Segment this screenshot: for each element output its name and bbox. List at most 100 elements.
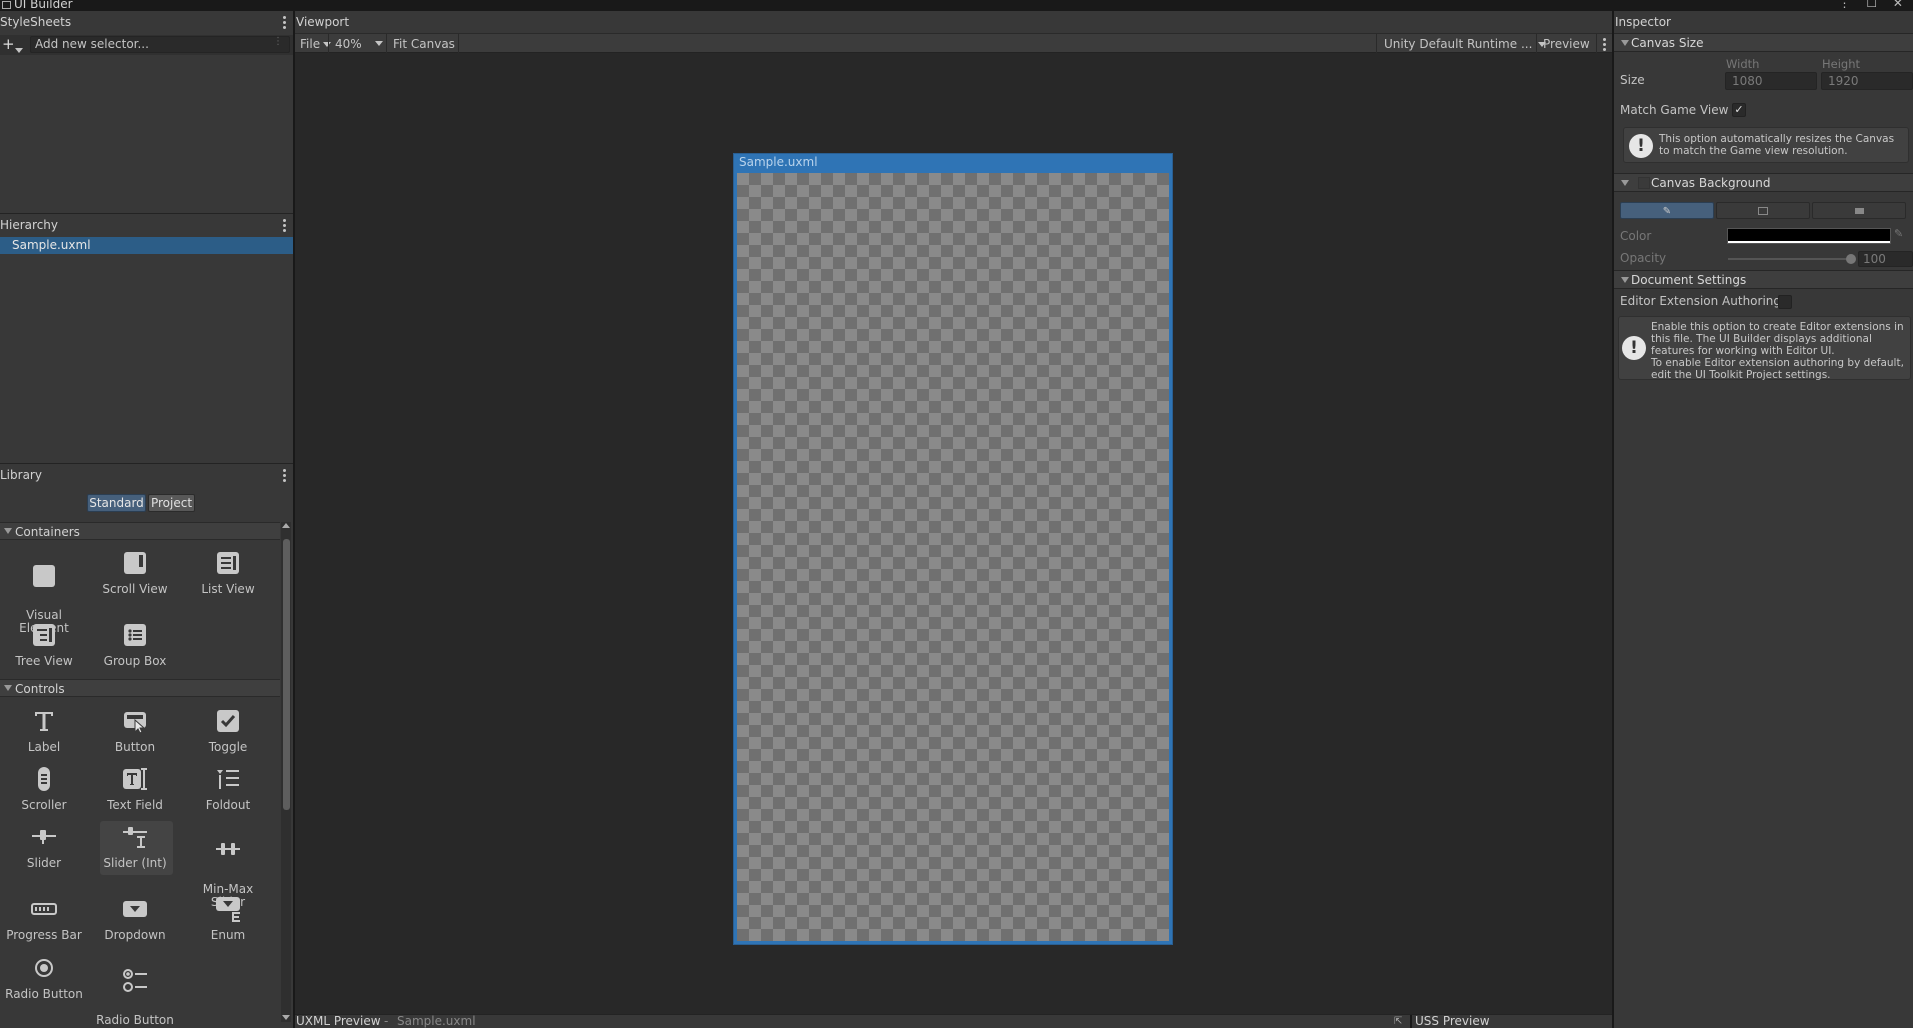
library-scrollbar[interactable] — [281, 522, 291, 1022]
background-image-tab[interactable] — [1716, 202, 1810, 219]
theme-label: Unity Default Runtime ... — [1384, 37, 1533, 51]
containers-section-header[interactable]: Containers — [0, 522, 280, 540]
theme-dropdown[interactable]: Unity Default Runtime ... — [1380, 34, 1550, 54]
toolbar-sep-6 — [1596, 34, 1597, 53]
library-item-progress-bar[interactable]: Progress Bar — [0, 895, 90, 942]
uxml-preview-file: Sample.uxml — [397, 1014, 476, 1028]
color-label: Color — [1620, 229, 1652, 243]
zoom-value: 40% — [335, 37, 362, 51]
canvas-size-collapse-icon[interactable] — [1621, 40, 1629, 46]
radio-button-group-icon — [121, 967, 149, 995]
slider-icon — [30, 823, 58, 851]
canvas-size-section-header[interactable]: Canvas Size — [1614, 33, 1913, 52]
slider-int-icon — [121, 823, 149, 851]
library-item-toggle[interactable]: Toggle — [182, 707, 274, 754]
canvas-background-enable-checkbox[interactable] — [1638, 177, 1650, 189]
color-field[interactable] — [1727, 228, 1891, 244]
zoom-dropdown[interactable]: 40% — [331, 34, 385, 54]
library-item-group-box[interactable]: Group Box — [89, 621, 181, 668]
hierarchy-item[interactable]: Sample.uxml — [0, 237, 293, 254]
file-menu[interactable]: File — [296, 34, 335, 54]
canvas-background-collapse-icon[interactable] — [1621, 180, 1629, 186]
tab-standard[interactable]: Standard — [87, 494, 146, 512]
toolbar-sep-3 — [458, 34, 459, 53]
fit-canvas-button[interactable]: Fit Canvas — [389, 34, 459, 54]
editor-ext-checkbox[interactable] — [1778, 295, 1792, 309]
radio-button-icon — [30, 954, 58, 982]
library-item-slider[interactable]: Slider — [0, 823, 90, 870]
canvas[interactable]: Sample.uxml — [733, 153, 1173, 945]
tab-project[interactable]: Project — [148, 494, 195, 512]
library-item-button[interactable]: Button — [89, 707, 181, 754]
foldout-label: Foldout — [205, 798, 251, 812]
stylesheets-panel: StyleSheets + Add new selector... ⋮ — [0, 11, 293, 214]
scrollbar-up-icon[interactable] — [282, 523, 290, 528]
opacity-slider[interactable] — [1728, 254, 1856, 264]
match-game-view-checkbox[interactable]: ✓ — [1732, 103, 1746, 117]
hierarchy-menu-icon[interactable] — [283, 218, 287, 234]
document-settings-section-header[interactable]: Document Settings — [1614, 270, 1913, 289]
containers-collapse-icon[interactable] — [4, 528, 12, 534]
library-item-scroll-view[interactable]: Scroll View — [89, 549, 181, 596]
height-label: Height — [1822, 57, 1861, 71]
canvas-background-section-header[interactable]: Canvas Background — [1614, 173, 1913, 192]
library-item-scroller[interactable]: Scroller — [0, 765, 90, 812]
controls-collapse-icon[interactable] — [4, 685, 12, 691]
text-field-icon — [121, 765, 149, 793]
selector-options-icon[interactable]: ⋮ — [273, 36, 283, 47]
scrollbar-thumb[interactable] — [283, 539, 290, 810]
containers-section-label: Containers — [15, 525, 80, 539]
library-header: Library — [0, 463, 293, 485]
library-item-tree-view[interactable]: Tree View — [0, 621, 90, 668]
background-color-tab[interactable]: ✎ — [1620, 202, 1714, 219]
controls-section-header[interactable]: Controls — [0, 679, 280, 697]
add-selector-input[interactable]: Add new selector... ⋮ — [30, 36, 290, 53]
uxml-preview-separator: - — [384, 1014, 389, 1028]
library-item-radio-button[interactable]: Radio Button — [0, 954, 90, 1001]
bottom-divider[interactable] — [1410, 1015, 1412, 1028]
stylesheets-toolbar: + Add new selector... ⋮ — [0, 35, 293, 55]
progress-bar-label: Progress Bar — [6, 928, 82, 942]
background-camera-tab[interactable] — [1812, 202, 1906, 219]
library-item-enum[interactable]: Enum — [182, 895, 274, 942]
scrollbar-down-icon[interactable] — [282, 1015, 290, 1020]
slider-label: Slider — [26, 856, 62, 870]
library-item-foldout[interactable]: Foldout — [182, 765, 274, 812]
fit-canvas-label: Fit Canvas — [393, 37, 455, 51]
canvas-background-header-label: Canvas Background — [1651, 176, 1771, 190]
toolbar-sep-1 — [328, 34, 329, 53]
viewport-menu-icon[interactable] — [1603, 37, 1607, 53]
toolbar-sep-4 — [1376, 34, 1377, 53]
viewport-panel: Viewport File 40% Fit Canvas Unity Defau… — [295, 11, 1612, 1014]
text-field-label: Text Field — [107, 798, 163, 812]
opacity-field[interactable]: 100 — [1858, 251, 1913, 267]
library-item-slider-int[interactable]: Slider (Int) — [89, 823, 181, 870]
library-item-radio-button-group[interactable]: Radio Button Group — [89, 954, 181, 1028]
opacity-slider-thumb[interactable] — [1846, 254, 1856, 264]
width-field[interactable]: 1080 — [1725, 72, 1817, 90]
library-item-text-field[interactable]: Text Field — [89, 765, 181, 812]
uxml-preview-title: UXML Preview — [296, 1014, 381, 1028]
group-box-label: Group Box — [103, 654, 167, 668]
group-box-icon — [121, 621, 149, 649]
button-label: Button — [114, 740, 156, 754]
height-field[interactable]: 1920 — [1821, 72, 1913, 90]
color-alpha-bar — [1728, 241, 1890, 243]
hierarchy-title: Hierarchy — [0, 218, 59, 232]
add-stylesheet-icon[interactable]: + — [2, 35, 15, 53]
library-item-dropdown[interactable]: Dropdown — [89, 895, 181, 942]
open-external-icon[interactable]: ⇱ — [1394, 1016, 1402, 1027]
stylesheets-menu-icon[interactable] — [283, 15, 287, 31]
scroller-icon — [30, 765, 58, 793]
color-picker-icon[interactable]: ✎ — [1894, 227, 1903, 240]
library-item-label[interactable]: Label — [0, 707, 90, 754]
canvas-surface[interactable] — [737, 173, 1169, 941]
library-menu-icon[interactable] — [283, 468, 287, 484]
add-dropdown-arrow-icon[interactable] — [15, 43, 23, 57]
window-controls[interactable]: ⋮ ☐ ✕ — [1839, 0, 1909, 10]
radio-button-label: Radio Button — [5, 987, 83, 1001]
document-settings-collapse-icon[interactable] — [1621, 277, 1629, 283]
preview-button[interactable]: Preview — [1539, 34, 1594, 54]
editor-ext-label: Editor Extension Authoring — [1620, 294, 1782, 308]
library-item-list-view[interactable]: List View — [182, 549, 274, 596]
